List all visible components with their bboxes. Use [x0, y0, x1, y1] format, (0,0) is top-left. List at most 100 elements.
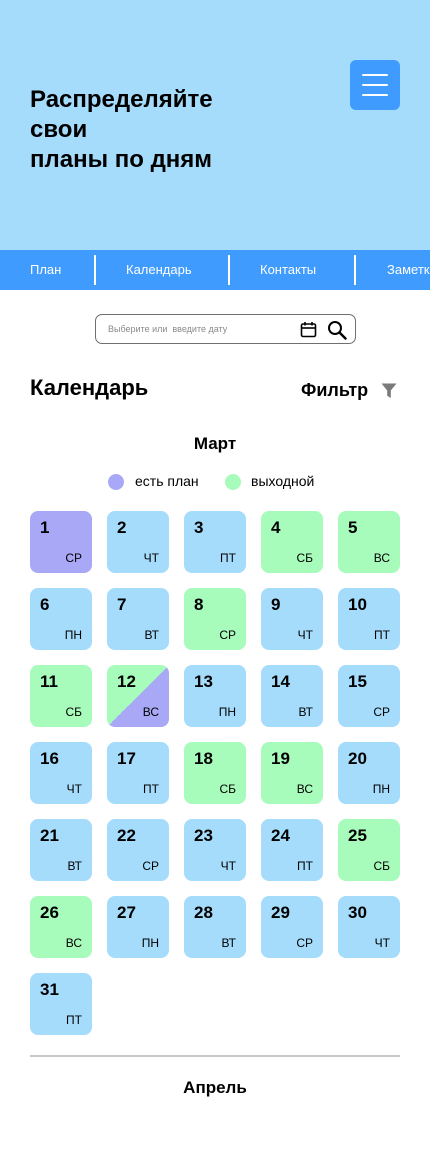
day-number: 11: [40, 672, 58, 691]
day-number: 7: [117, 595, 127, 614]
legend-item-plan: есть план: [108, 472, 208, 492]
day-cell[interactable]: 26 ВС: [30, 896, 92, 958]
day-weekday: СБ: [219, 782, 236, 796]
day-weekday: ПН: [372, 782, 390, 796]
hamburger-menu-icon: [362, 74, 388, 76]
day-weekday: СБ: [296, 551, 313, 565]
day-weekday: ВТ: [67, 859, 82, 873]
day-cell[interactable]: 21 ВТ: [30, 819, 92, 881]
day-weekday: СР: [296, 936, 313, 950]
day-cell[interactable]: 24 ПТ: [261, 819, 323, 881]
day-number: 16: [40, 749, 59, 768]
day-cell[interactable]: 23 ЧТ: [184, 819, 246, 881]
day-weekday: ПН: [64, 628, 82, 642]
day-cell[interactable]: 31 ПТ: [30, 973, 92, 1035]
day-cell[interactable]: 30 ЧТ: [338, 896, 400, 958]
day-weekday: ПТ: [374, 628, 390, 642]
legend-item-day-off: выходной: [225, 472, 335, 492]
day-number: 8: [194, 595, 204, 614]
day-cell[interactable]: 25 СБ: [338, 819, 400, 881]
hero-title-line: Распределяйте: [30, 86, 213, 113]
day-number: 1: [40, 518, 50, 537]
day-cell[interactable]: 22 СР: [107, 819, 169, 881]
day-number: 2: [117, 518, 127, 537]
day-weekday: СР: [142, 859, 159, 873]
day-number: 13: [194, 672, 213, 691]
day-cell[interactable]: 8 СР: [184, 588, 246, 650]
day-weekday: СБ: [373, 859, 390, 873]
calendar-icon[interactable]: [300, 321, 317, 338]
main-nav: План Календарь Контакты Заметки: [0, 250, 430, 290]
legend-label-day-off: выходной: [251, 473, 315, 489]
day-number: 31: [40, 980, 59, 999]
day-number: 15: [348, 672, 367, 691]
day-cell[interactable]: 17 ПТ: [107, 742, 169, 804]
next-month-title: Апрель: [183, 1078, 247, 1097]
day-number: 20: [348, 749, 367, 768]
day-cell[interactable]: 14 ВТ: [261, 665, 323, 727]
day-cell[interactable]: 7 ВТ: [107, 588, 169, 650]
day-weekday: СР: [219, 628, 236, 642]
hero-title-line: свои: [30, 116, 88, 143]
day-cell[interactable]: 28 ВТ: [184, 896, 246, 958]
day-cell[interactable]: 11 СБ: [30, 665, 92, 727]
day-weekday: ЧТ: [297, 628, 313, 642]
day-cell[interactable]: 2 ЧТ: [107, 511, 169, 573]
month-divider: [30, 1055, 400, 1057]
day-cell[interactable]: 4 СБ: [261, 511, 323, 573]
day-weekday: ПН: [218, 705, 236, 719]
search-icon[interactable]: [327, 320, 347, 340]
day-cell[interactable]: 15 СР: [338, 665, 400, 727]
day-cell[interactable]: 10 ПТ: [338, 588, 400, 650]
day-number: 28: [194, 903, 213, 922]
day-weekday: ПТ: [220, 551, 236, 565]
filter-icon: [381, 383, 397, 398]
day-number: 3: [194, 518, 204, 537]
day-cell[interactable]: 6 ПН: [30, 588, 92, 650]
day-weekday: ВТ: [144, 628, 159, 642]
filter-label: Фильтр: [301, 380, 369, 400]
day-cell[interactable]: 13 ПН: [184, 665, 246, 727]
day-cell[interactable]: 18 СБ: [184, 742, 246, 804]
day-number: 12: [117, 672, 136, 691]
nav-divider: [354, 255, 356, 285]
day-number: 23: [194, 826, 213, 845]
day-cell[interactable]: 12 ВС: [107, 665, 169, 727]
day-number: 30: [348, 903, 367, 922]
day-number: 10: [348, 595, 367, 614]
day-cell[interactable]: 5 ВС: [338, 511, 400, 573]
day-weekday: ВС: [373, 551, 390, 565]
day-cell[interactable]: 16 ЧТ: [30, 742, 92, 804]
day-cell[interactable]: 3 ПТ: [184, 511, 246, 573]
day-weekday: ПТ: [66, 1013, 82, 1027]
day-weekday: ВС: [296, 782, 313, 796]
day-number: 21: [40, 826, 59, 845]
day-cell[interactable]: 1 СР: [30, 511, 92, 573]
nav-item-calendar[interactable]: Календарь: [126, 250, 192, 290]
hamburger-menu-button[interactable]: [350, 60, 400, 110]
day-weekday: ЧТ: [143, 551, 159, 565]
month-title: Март: [193, 434, 237, 453]
day-cell[interactable]: 27 ПН: [107, 896, 169, 958]
day-number: 14: [271, 672, 290, 691]
day-weekday: ВТ: [298, 705, 313, 719]
day-cell[interactable]: 9 ЧТ: [261, 588, 323, 650]
day-cell[interactable]: 20 ПН: [338, 742, 400, 804]
day-weekday: ЧТ: [374, 936, 390, 950]
day-number: 9: [271, 595, 281, 614]
day-cell[interactable]: 19 ВС: [261, 742, 323, 804]
date-search-box: [95, 314, 356, 344]
day-number: 25: [348, 826, 367, 845]
nav-item-contacts[interactable]: Контакты: [260, 250, 316, 290]
day-number: 26: [40, 903, 59, 922]
day-weekday: ПН: [141, 936, 159, 950]
day-weekday: ВТ: [221, 936, 236, 950]
hero-banner: Распределяйте свои планы по дням: [0, 0, 430, 250]
nav-divider: [228, 255, 230, 285]
day-cell[interactable]: 29 СР: [261, 896, 323, 958]
nav-item-plan[interactable]: План: [30, 250, 61, 290]
day-weekday: ЧТ: [66, 782, 82, 796]
day-number: 18: [194, 749, 213, 768]
nav-item-notes[interactable]: Заметки: [387, 250, 430, 290]
date-search-input[interactable]: [108, 319, 293, 339]
